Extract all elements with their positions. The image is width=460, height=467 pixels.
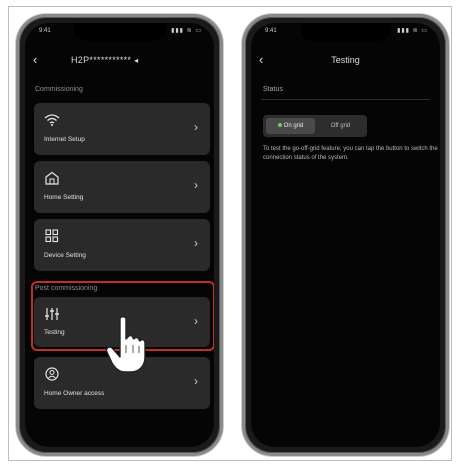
grid-icon [44,229,60,243]
wifi-icon [44,113,60,127]
item-internet-setup[interactable]: Internet Setup › [34,103,210,155]
phone-left: 9:41 ▮▮▮ ≋ ▭ ‹ H2P*********** ◂ Commissi… [16,14,223,456]
status-time: 9:41 [265,28,277,34]
chevron-right-icon: › [194,374,198,388]
user-circle-icon [44,367,60,381]
chevron-right-icon: › [194,236,198,250]
sliders-icon [44,307,60,321]
speaker-icon: ◂ [134,56,139,65]
active-dot-icon [277,123,282,128]
chevron-right-icon: › [194,120,198,134]
item-device-setting[interactable]: Device Setting › [34,219,210,271]
status-label: Status [263,86,283,93]
item-label: Device Setting [44,252,86,259]
item-label: Home Owner access [44,390,105,397]
section-post-commissioning: Post commissioning [35,285,98,292]
back-chevron-icon[interactable]: ‹ [33,53,43,66]
testing-screen: 9:41 ▮▮▮ ≋ ▭ ‹ Testing Status On grid Of… [251,23,440,447]
item-label: Internet Setup [44,136,85,143]
divider [261,99,430,100]
device-title-text: H2P*********** [71,55,132,65]
page-title: Testing [331,55,360,65]
tap-hand-icon [105,316,146,373]
status-icons: ▮▮▮ ≋ ▭ [397,28,428,34]
section-commissioning: Commissioning [35,86,83,93]
commissioning-screen: 9:41 ▮▮▮ ≋ ▭ ‹ H2P*********** ◂ Commissi… [25,23,214,447]
status-time: 9:41 [39,28,51,34]
chevron-right-icon: › [194,178,198,192]
off-grid-label: Off grid [330,123,351,129]
phone-notch [300,23,391,41]
device-title: H2P*********** ◂ [71,55,138,65]
grid-mode-toggle: On grid Off grid [263,115,367,137]
item-label: Testing [44,329,65,336]
on-grid-label: On grid [283,123,304,129]
phone-notch [74,23,165,41]
home-icon [44,171,60,185]
off-grid-button[interactable]: Off grid [317,118,364,134]
item-home-setting[interactable]: Home Setting › [34,161,210,213]
phone-right: 9:41 ▮▮▮ ≋ ▭ ‹ Testing Status On grid Of… [242,14,449,456]
status-icons: ▮▮▮ ≋ ▭ [171,28,202,34]
testing-description: To test the go-off-grid feature, you can… [263,146,438,161]
chevron-right-icon: › [194,314,198,328]
item-label: Home Setting [44,194,84,201]
on-grid-button[interactable]: On grid [266,118,315,134]
